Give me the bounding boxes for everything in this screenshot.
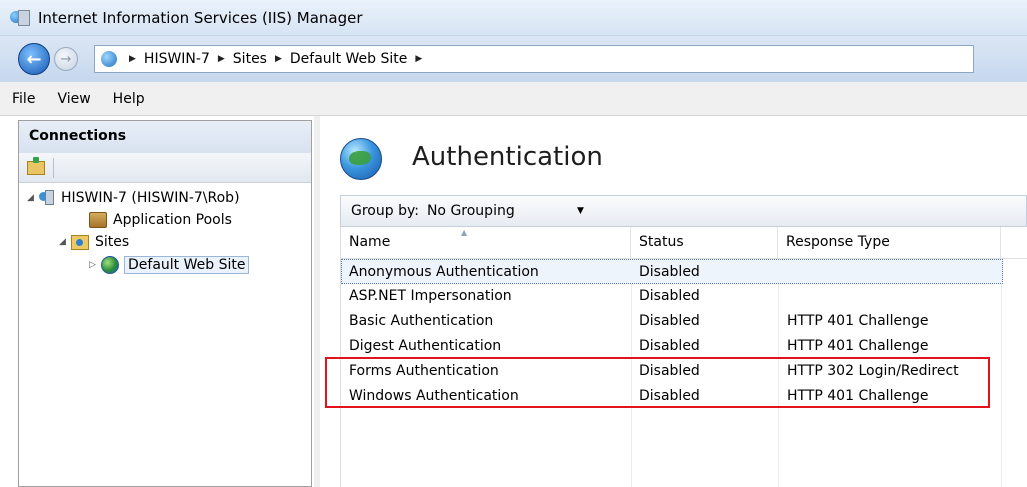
- highlight-box: [325, 357, 990, 408]
- group-by-select[interactable]: No Grouping: [427, 203, 577, 219]
- navigation-bar: ← → ▶ HISWIN-7 ▶ Sites ▶ Default Web Sit…: [0, 36, 1027, 82]
- row-status: Disabled: [639, 338, 700, 354]
- row-response-type: HTTP 401 Challenge: [787, 338, 929, 354]
- tree-node-sites[interactable]: ◢ Sites: [59, 234, 129, 250]
- breadcrumb-sites[interactable]: Sites: [233, 51, 267, 67]
- breadcrumb-site[interactable]: Default Web Site: [290, 51, 407, 67]
- forward-button[interactable]: →: [54, 47, 78, 71]
- sort-ascending-icon: ▲: [461, 228, 468, 237]
- menu-help[interactable]: Help: [113, 91, 145, 107]
- breadcrumb-server[interactable]: HISWIN-7: [144, 51, 210, 67]
- list-row[interactable]: Basic Authentication Disabled HTTP 401 C…: [341, 309, 1003, 334]
- connections-toolbar: [19, 153, 311, 183]
- title-bar: Internet Information Services (IIS) Mana…: [0, 0, 1027, 36]
- group-by-label: Group by:: [351, 203, 419, 219]
- sites-folder-icon: [71, 234, 89, 250]
- row-name: Digest Authentication: [349, 338, 502, 354]
- chevron-right-icon[interactable]: ▶: [415, 54, 422, 64]
- list-row[interactable]: ASP.NET Impersonation Disabled: [341, 284, 1003, 309]
- row-name: Anonymous Authentication: [349, 264, 539, 280]
- menu-bar: File View Help: [0, 82, 1027, 116]
- row-status: Disabled: [639, 288, 700, 304]
- toolbar-divider: [53, 157, 54, 178]
- tree-node-app-pools[interactable]: Application Pools: [89, 212, 232, 228]
- back-button[interactable]: ←: [18, 43, 50, 75]
- column-header-status[interactable]: Status: [631, 227, 778, 259]
- connections-pane: Connections ◢ HISWIN-7 (HISWIN-7\Rob) Ap…: [18, 120, 312, 487]
- list-row[interactable]: Digest Authentication Disabled HTTP 401 …: [341, 334, 1003, 359]
- row-name: ASP.NET Impersonation: [349, 288, 512, 304]
- window-title: Internet Information Services (IIS) Mana…: [38, 8, 363, 27]
- row-name: Basic Authentication: [349, 313, 494, 329]
- collapse-icon[interactable]: ◢: [27, 193, 39, 203]
- tree-node-server[interactable]: ◢ HISWIN-7 (HISWIN-7\Rob): [27, 190, 240, 206]
- row-status: Disabled: [639, 313, 700, 329]
- chevron-right-icon[interactable]: ▶: [275, 54, 282, 64]
- expand-icon[interactable]: ▷: [89, 260, 101, 270]
- list-row[interactable]: Anonymous Authentication Disabled: [341, 259, 1003, 284]
- authentication-icon: [340, 138, 382, 180]
- breadcrumb[interactable]: ▶ HISWIN-7 ▶ Sites ▶ Default Web Site ▶: [94, 45, 974, 73]
- iis-app-icon: [10, 9, 32, 27]
- menu-view[interactable]: View: [57, 91, 90, 107]
- feature-pane: Authentication Group by: No Grouping ▼ ▲…: [320, 116, 1027, 487]
- group-by-bar: Group by: No Grouping ▼: [340, 195, 1027, 227]
- chevron-right-icon[interactable]: ▶: [218, 54, 225, 64]
- column-header-name[interactable]: ▲ Name: [341, 227, 631, 259]
- connect-icon[interactable]: [27, 156, 45, 175]
- globe-icon: [101, 51, 117, 67]
- collapse-icon[interactable]: ◢: [59, 237, 71, 247]
- website-globe-icon: [101, 256, 119, 274]
- tree-node-default-web-site[interactable]: ▷ Default Web Site: [89, 256, 250, 274]
- row-response-type: HTTP 401 Challenge: [787, 313, 929, 329]
- column-header-response-type[interactable]: Response Type: [778, 227, 1001, 259]
- dropdown-arrow-icon[interactable]: ▼: [577, 206, 584, 216]
- page-title: Authentication: [412, 142, 603, 172]
- application-pools-icon: [89, 212, 107, 228]
- list-header: ▲ Name Status Response Type: [341, 227, 1027, 259]
- server-icon: [39, 190, 55, 206]
- connections-header: Connections: [19, 121, 311, 153]
- chevron-right-icon[interactable]: ▶: [129, 54, 136, 64]
- menu-file[interactable]: File: [12, 91, 35, 107]
- row-status: Disabled: [639, 264, 700, 280]
